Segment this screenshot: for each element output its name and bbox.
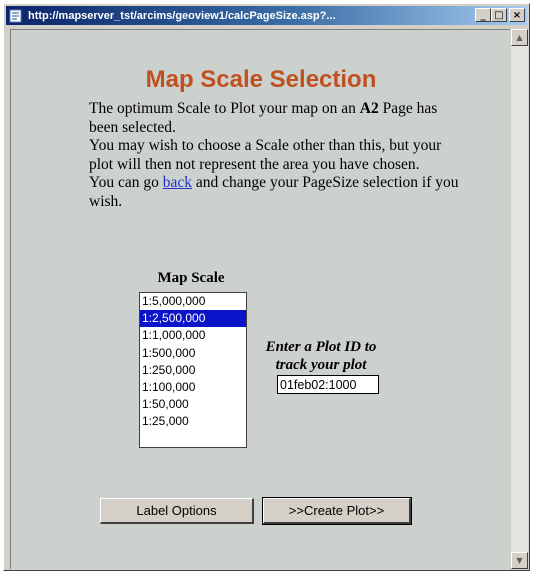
plot-id-label-line1: Enter a Plot ID to [265,339,377,355]
scroll-down-icon[interactable]: ▼ [511,552,528,569]
plot-id-label: Enter a Plot ID to track your plot [251,338,391,374]
instructions-text: The optimum Scale to Plot your map on an… [89,100,459,211]
plot-id-input[interactable] [277,375,379,394]
minimize-icon[interactable]: _ [475,8,491,22]
scale-option[interactable]: 1:100,000 [140,379,246,396]
scale-option[interactable]: 1:250,000 [140,362,246,379]
maximize-icon[interactable]: □ [491,8,507,22]
ie-page-icon [8,8,24,24]
map-scale-listbox[interactable]: 1:5,000,000 1:2,500,000 1:1,000,000 1:50… [139,292,247,448]
instructions-paragraph-2: You may wish to choose a Scale other tha… [89,137,442,173]
plot-id-label-line2: track your plot [275,357,367,373]
browser-window: http://mapserver_tst/arcims/geoview1/cal… [3,3,530,571]
close-icon[interactable]: × [509,8,525,22]
create-plot-button[interactable]: >>Create Plot>> [262,497,412,525]
scale-option[interactable]: 1:500,000 [140,345,246,362]
label-options-button[interactable]: Label Options [100,498,254,524]
scale-option-selected[interactable]: 1:2,500,000 [140,310,246,328]
instructions-paragraph-3: You can go back and change your PageSize… [89,174,459,210]
scale-option[interactable]: 1:50,000 [140,396,246,413]
page-title: Map Scale Selection [145,66,377,93]
page-size-value: A2 [359,100,379,117]
window-controls: _ □ × [475,8,525,22]
window-title: http://mapserver_tst/arcims/geoview1/cal… [28,9,336,22]
vertical-scrollbar[interactable]: ▲ ▼ [511,29,528,569]
scale-option[interactable]: 1:25,000 [140,413,246,430]
scroll-up-icon[interactable]: ▲ [511,29,528,46]
scale-option[interactable]: 1:1,000,000 [140,327,246,344]
instructions-paragraph-1: The optimum Scale to Plot your map on an… [89,100,438,136]
back-link[interactable]: back [163,174,192,191]
map-scale-label: Map Scale [157,270,225,286]
page-content: Map Scale Selection The optimum Scale to… [10,29,510,569]
title-bar[interactable]: http://mapserver_tst/arcims/geoview1/cal… [6,6,527,25]
scale-option[interactable]: 1:5,000,000 [140,293,246,310]
